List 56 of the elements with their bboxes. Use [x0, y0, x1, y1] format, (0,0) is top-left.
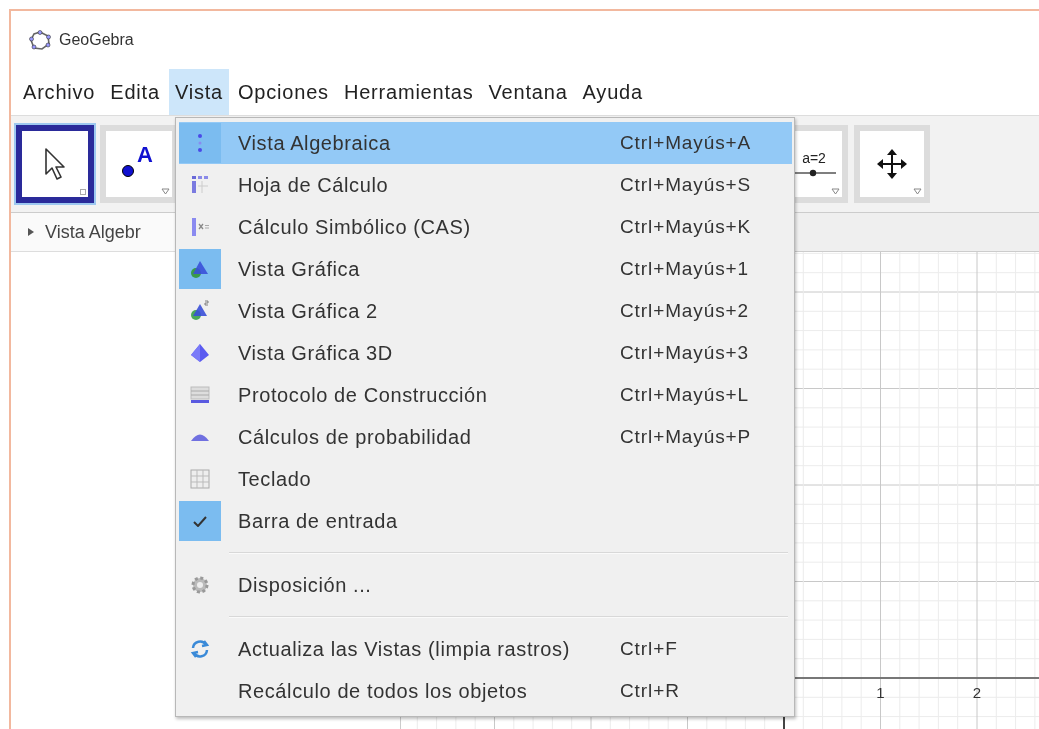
checkmark-icon	[193, 515, 207, 527]
view-title: Vista Algebr	[45, 221, 141, 243]
shortcut-text: Ctrl+Mayús+A	[620, 132, 752, 154]
menu-item[interactable]: Opciones	[232, 69, 335, 115]
menu-entry[interactable]: Vista Gráfica 3D Ctrl+Mayús+3	[179, 332, 792, 374]
expand-arrow-icon	[27, 227, 35, 237]
app-logo-icon	[29, 30, 51, 50]
menu-entry[interactable]: Teclado	[179, 458, 792, 500]
window-title: GeoGebra	[59, 31, 134, 49]
spreadsheet-icon	[189, 174, 211, 196]
bell-curve-icon	[191, 433, 209, 441]
dots-icon	[198, 134, 202, 152]
point-icon	[121, 164, 135, 178]
menu-entry[interactable]: Recálculo de todos los objetos Ctrl+R	[179, 670, 792, 712]
menu-entry[interactable]: Vista Gráfica 2 Ctrl+Mayús+2	[179, 290, 792, 332]
menu-entry[interactable]: Barra de entrada	[179, 500, 792, 542]
menu-entry[interactable]: Vista Gráfica Ctrl+Mayús+1	[179, 248, 792, 290]
shortcut-text: Ctrl+Mayús+2	[620, 300, 750, 322]
table-icon	[189, 384, 211, 406]
shortcut-text: Ctrl+Mayús+K	[620, 216, 752, 238]
triangle-circle-icon	[189, 300, 211, 322]
refresh-icon	[189, 638, 211, 660]
shortcut-text: Ctrl+Mayús+1	[620, 258, 750, 280]
menu-item[interactable]: Vista	[168, 69, 229, 115]
dropdown-caret-icon	[913, 188, 922, 195]
pyramid-icon	[189, 342, 211, 364]
axis-label: 1	[876, 684, 885, 701]
keyboard-icon	[189, 468, 211, 490]
shortcut-text: Ctrl+F	[620, 638, 678, 660]
menu-entry[interactable]: Actualiza las Vistas (limpia rastros) Ctrl+F	[179, 628, 792, 670]
gear-icon	[189, 574, 211, 596]
menu-entry[interactable]: Vista Algebraica Ctrl+Mayús+A	[179, 122, 792, 164]
menu-item[interactable]: Herramientas	[337, 69, 480, 115]
cas-icon	[189, 216, 211, 238]
dropdown-caret-icon	[161, 188, 170, 195]
move-arrows-icon	[875, 147, 909, 181]
corner-icon	[80, 189, 86, 195]
tool-button[interactable]	[16, 125, 94, 203]
slider-label: a=2	[802, 150, 826, 166]
shortcut-text: Ctrl+Mayús+3	[620, 342, 750, 364]
shortcut-text: Ctrl+Mayús+P	[620, 426, 752, 448]
point-label: A	[137, 142, 153, 168]
menu-item[interactable]: Edita	[104, 69, 166, 115]
menu-item[interactable]: Ventana	[482, 69, 574, 115]
shortcut-text: Ctrl+R	[620, 680, 680, 702]
menu-entry[interactable]: Disposición ...	[179, 564, 792, 606]
shortcut-text: Ctrl+Mayús+L	[620, 384, 750, 406]
axis-label: 2	[972, 684, 982, 701]
dropdown-caret-icon	[831, 188, 840, 195]
menu-item[interactable]: Ayuda	[576, 69, 649, 115]
shortcut-text: Ctrl+Mayús+S	[620, 174, 752, 196]
tool-button[interactable]: A	[100, 125, 178, 203]
menu-item[interactable]: Archivo	[17, 69, 102, 115]
menu-entry[interactable]: Cálculos de probabilidad Ctrl+Mayús+P	[179, 416, 792, 458]
menu-entry[interactable]: Cálculo Simbólico (CAS) Ctrl+Mayús+K	[179, 206, 792, 248]
menu-entry[interactable]: Protocolo de Construcción Ctrl+Mayús+L	[179, 374, 792, 416]
